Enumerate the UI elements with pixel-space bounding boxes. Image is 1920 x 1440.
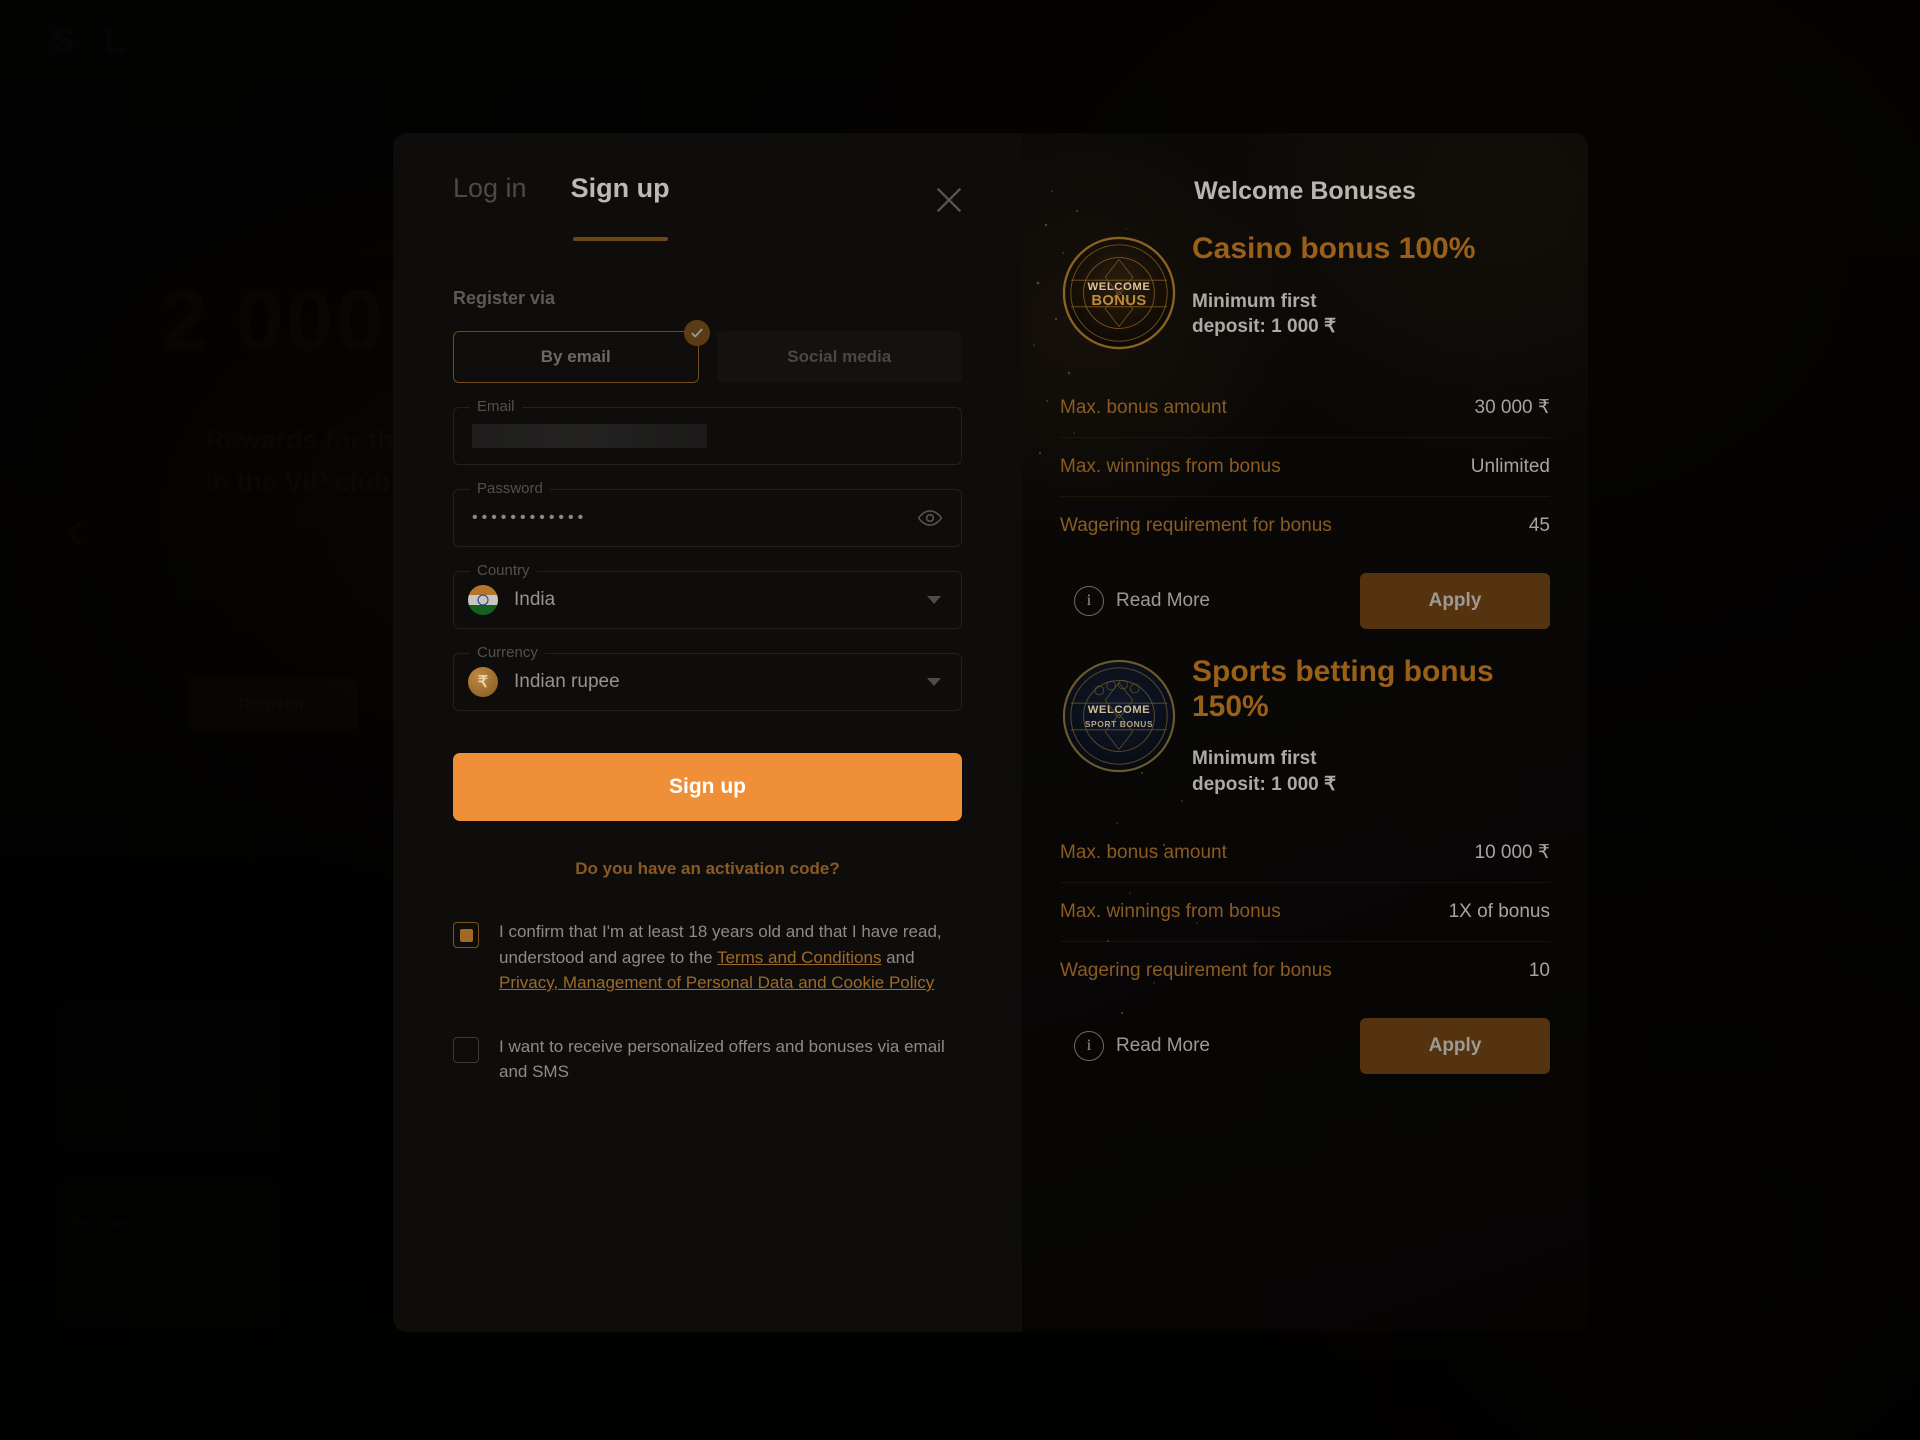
register-method-group: By email Social media — [453, 320, 962, 383]
method-by-email-label: By email — [540, 347, 611, 366]
tab-signup[interactable]: Sign up — [571, 173, 670, 241]
welcome-bonus-badge-icon: WELCOME BONUS — [1060, 234, 1178, 352]
welcome-sport-bonus-badge-icon: WELCOME SPORT BONUS — [1060, 657, 1178, 775]
activation-code-link[interactable]: Do you have an activation code? — [453, 859, 962, 879]
register-via-label: Register via — [453, 288, 556, 308]
bonus-header: WELCOME BONUS Casino bonus 100% Minimum … — [1060, 226, 1550, 352]
svg-text:WELCOME: WELCOME — [1087, 281, 1150, 293]
svg-text:SPORT BONUS: SPORT BONUS — [1085, 719, 1153, 729]
table-row: Wagering requirement for bonus 45 — [1060, 497, 1550, 555]
bonus-actions: i Read More Apply — [1060, 573, 1550, 629]
bonus-title: Casino bonus 100% — [1192, 232, 1476, 265]
terms-and-conditions-link[interactable]: Terms and Conditions — [717, 948, 881, 967]
row-key: Max. winnings from bonus — [1060, 901, 1281, 923]
read-more-label: Read More — [1116, 590, 1210, 611]
flag-india-icon — [468, 585, 498, 615]
chevron-down-icon[interactable] — [927, 596, 941, 604]
consent-row-age-terms: I confirm that I'm at least 18 years old… — [453, 919, 962, 996]
marketing-checkbox[interactable] — [453, 1036, 479, 1063]
info-icon: i — [1074, 586, 1104, 616]
signup-submit-button[interactable]: Sign up — [453, 753, 962, 821]
method-social-media-button[interactable]: Social media — [716, 331, 962, 383]
method-social-media-label: Social media — [787, 347, 892, 366]
bonus-min-deposit: Minimum first deposit: 1 000 ₹ — [1192, 290, 1337, 338]
tab-login[interactable]: Log in — [453, 173, 527, 212]
bonus-text-block: Sports betting bonus 150% Minimum first … — [1192, 649, 1550, 797]
info-icon: i — [1074, 1031, 1104, 1062]
currency-select[interactable]: Currency ₹ Indian rupee — [453, 644, 962, 711]
password-field[interactable]: Password •••••••••••• — [453, 480, 962, 547]
password-input-value[interactable]: •••••••••••• — [472, 509, 587, 527]
email-field[interactable]: Email — [453, 398, 962, 465]
country-label: Country — [470, 562, 537, 579]
consent-row-marketing: I want to receive personalized offers an… — [453, 1034, 962, 1085]
country-value: India — [514, 589, 556, 610]
bonus-actions: i Read More Apply — [1060, 1018, 1550, 1075]
method-by-email-button[interactable]: By email — [453, 320, 710, 383]
auth-tabs: Log in Sign up — [453, 133, 962, 241]
signup-form-pane: Log in Sign up Register via By email Soc… — [393, 133, 1022, 1332]
table-row: Max. bonus amount 10 000 ₹ — [1060, 823, 1550, 884]
password-label: Password — [470, 480, 550, 497]
bonus-card-casino: WELCOME BONUS Casino bonus 100% Minimum … — [1060, 226, 1550, 629]
chevron-down-icon[interactable] — [927, 678, 941, 686]
eye-icon[interactable] — [917, 505, 943, 531]
svg-text:BONUS: BONUS — [1091, 293, 1146, 309]
bonus-card-sports: WELCOME SPORT BONUS Sports betting bonus… — [1060, 649, 1550, 1075]
apply-button-sports[interactable]: Apply — [1360, 1018, 1550, 1075]
apply-button-casino[interactable]: Apply — [1360, 573, 1550, 629]
close-icon[interactable] — [932, 183, 966, 217]
country-select[interactable]: Country India — [453, 562, 962, 629]
bonus-title: Sports betting bonus 150% — [1192, 655, 1494, 723]
welcome-bonuses-pane: Welcome Bonuses WELCOME BONUS Casino bon… — [1022, 133, 1588, 1332]
currency-label: Currency — [470, 644, 545, 661]
row-key: Wagering requirement for bonus — [1060, 515, 1332, 536]
row-key: Max. bonus amount — [1060, 841, 1227, 863]
marketing-text: I want to receive personalized offers an… — [499, 1036, 945, 1082]
rupee-coin-icon: ₹ — [468, 667, 498, 697]
bonus-detail-table: Max. bonus amount 10 000 ₹ Max. winnings… — [1060, 823, 1550, 1000]
row-key: Wagering requirement for bonus — [1060, 960, 1332, 982]
age-terms-text: I confirm that I'm at least 18 years old… — [499, 919, 962, 996]
age-terms-checkbox[interactable] — [453, 922, 479, 948]
svg-text:WELCOME: WELCOME — [1088, 704, 1150, 716]
read-more-button-casino[interactable]: i Read More — [1060, 586, 1210, 616]
page-root: S L 2 000 Rewards for the in the VIP clu… — [0, 0, 1920, 1440]
table-row: Max. winnings from bonus 1X of bonus — [1060, 883, 1550, 943]
age-terms-text-middle: and — [881, 947, 915, 967]
check-icon — [683, 320, 710, 346]
read-more-button-sports[interactable]: i Read More — [1060, 1031, 1210, 1062]
row-value: 30 000 ₹ — [1474, 397, 1550, 418]
table-row: Max. winnings from bonus Unlimited — [1060, 438, 1550, 497]
email-input-redacted-value[interactable] — [472, 424, 707, 448]
read-more-label: Read More — [1116, 1035, 1210, 1057]
bonus-min-deposit: Minimum first deposit: 1 000 ₹ — [1192, 748, 1337, 795]
bonuses-title: Welcome Bonuses — [1194, 177, 1416, 205]
auth-modal: Log in Sign up Register via By email Soc… — [393, 133, 1588, 1332]
table-row: Max. bonus amount 30 000 ₹ — [1060, 378, 1550, 438]
row-value: 10 — [1528, 960, 1550, 982]
row-value: 10 000 ₹ — [1474, 842, 1550, 864]
bonus-detail-table: Max. bonus amount 30 000 ₹ Max. winnings… — [1060, 378, 1550, 555]
row-value: 45 — [1528, 515, 1550, 536]
row-key: Max. winnings from bonus — [1060, 456, 1281, 477]
bonus-text-block: Casino bonus 100% Minimum first deposit:… — [1192, 226, 1550, 340]
row-value: 1X of bonus — [1448, 901, 1550, 923]
privacy-policy-link[interactable]: Privacy, Management of Personal Data and… — [499, 973, 934, 992]
currency-value: Indian rupee — [514, 671, 620, 692]
email-label: Email — [470, 398, 522, 415]
bonus-header: WELCOME SPORT BONUS Sports betting bonus… — [1060, 649, 1550, 797]
table-row: Wagering requirement for bonus 10 — [1060, 942, 1550, 1000]
row-key: Max. bonus amount — [1060, 396, 1227, 418]
row-value: Unlimited — [1470, 456, 1550, 477]
